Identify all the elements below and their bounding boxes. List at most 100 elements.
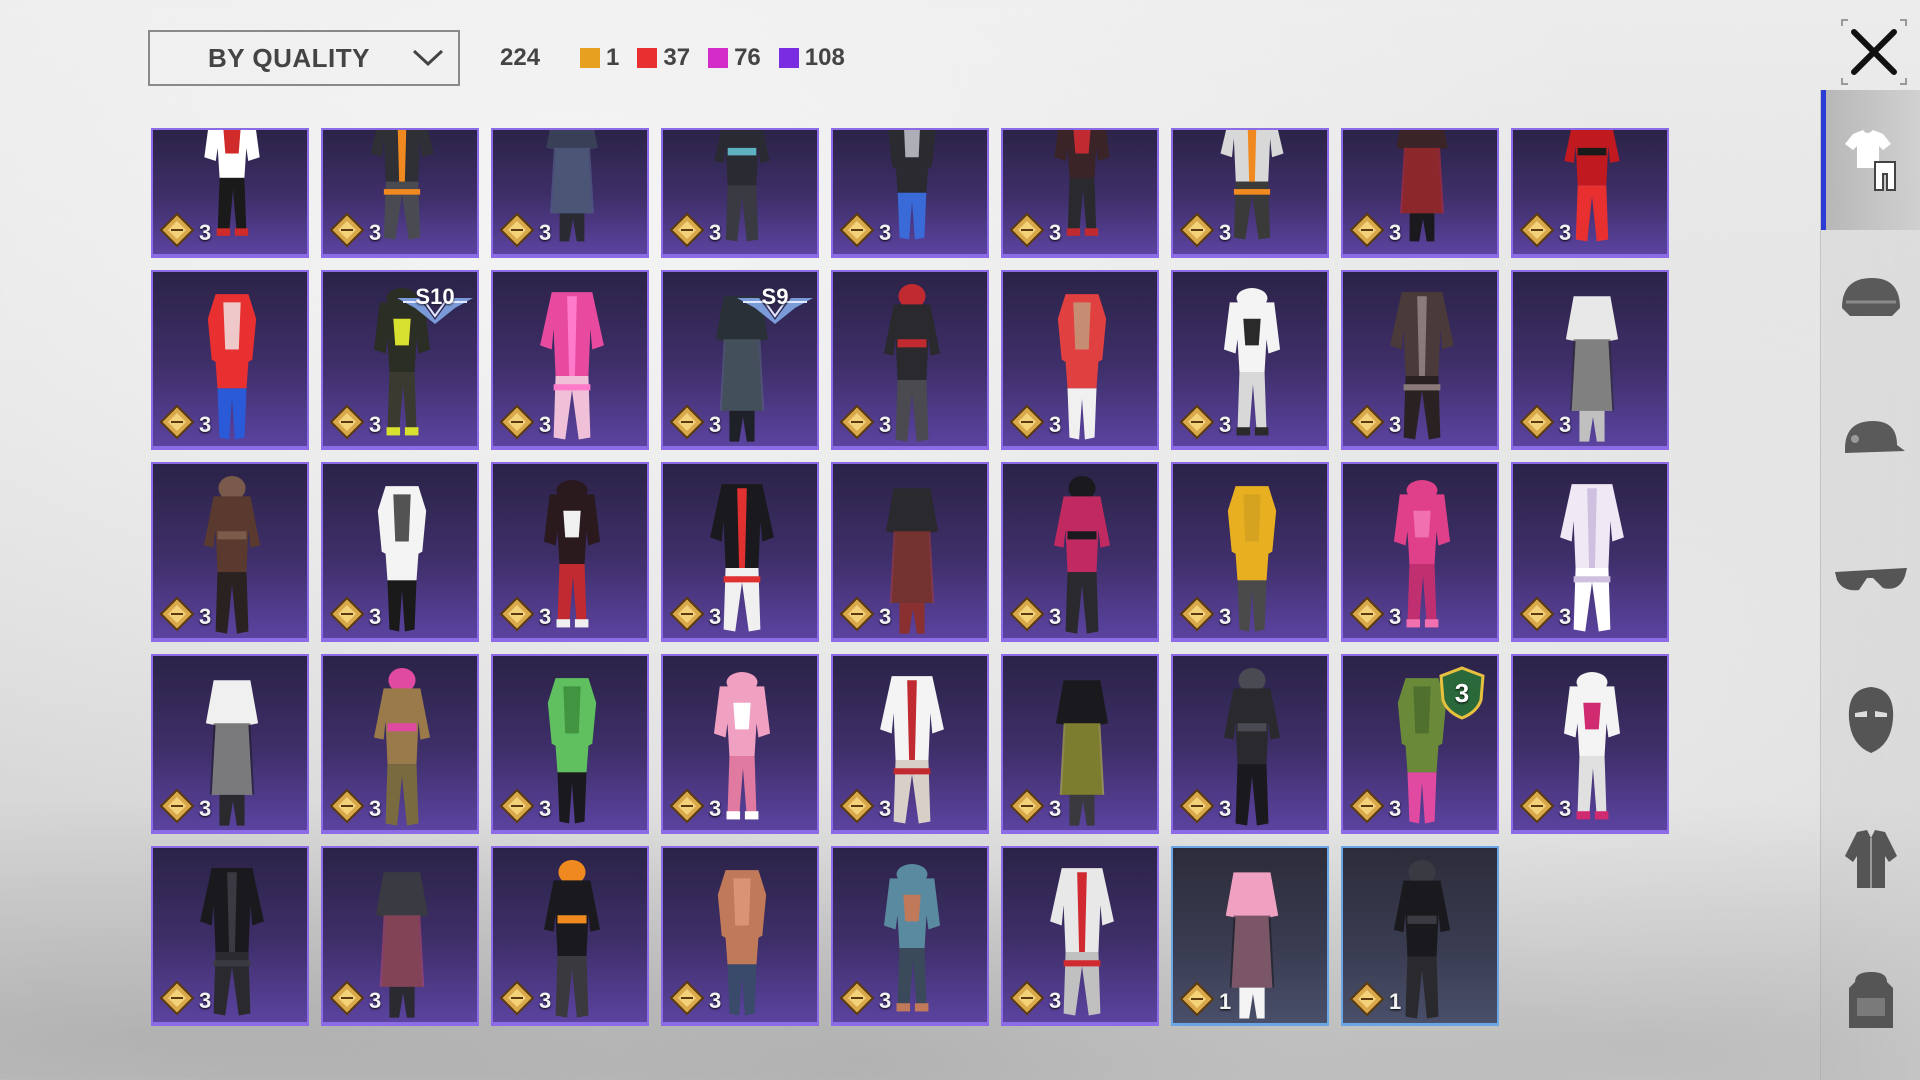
inventory-item-card[interactable]: 3 xyxy=(831,462,989,642)
inventory-item-card[interactable]: 3 xyxy=(661,654,819,834)
inventory-item-card[interactable]: 3 xyxy=(831,270,989,450)
item-badge-icon xyxy=(329,596,365,632)
item-badge-icon xyxy=(329,212,365,248)
sidebar-item-helmets[interactable] xyxy=(1821,230,1920,370)
item-badge-icon xyxy=(1519,404,1555,440)
item-badge-icon xyxy=(499,212,535,248)
item-quantity: 3 xyxy=(1389,604,1402,629)
inventory-item-card[interactable]: 3 xyxy=(831,846,989,1026)
item-quantity: 3 xyxy=(1559,220,1572,245)
sort-dropdown[interactable]: BY QUALITY xyxy=(148,30,460,86)
item-quantity: 3 xyxy=(369,796,382,821)
inventory-item-card[interactable]: 3 xyxy=(321,462,479,642)
inventory-item-card[interactable]: 3 xyxy=(1511,654,1669,834)
sort-dropdown-label: BY QUALITY xyxy=(208,42,370,73)
inventory-item-card[interactable]: 3 xyxy=(321,846,479,1026)
inventory-item-card[interactable]: 3 xyxy=(1171,462,1329,642)
inventory-item-card[interactable]: 3 xyxy=(151,462,309,642)
inventory-item-card[interactable]: 3 S10 xyxy=(321,270,479,450)
inventory-item-card[interactable]: 3 xyxy=(661,846,819,1026)
total-count: 224 xyxy=(500,44,541,71)
inventory-item-card[interactable]: 3 xyxy=(1511,128,1669,258)
item-quantity: 1 xyxy=(1389,989,1402,1014)
season-label: S9 xyxy=(761,284,789,309)
sidebar-item-masks[interactable] xyxy=(1821,650,1920,790)
item-quantity: 3 xyxy=(709,796,722,821)
inventory-item-card[interactable]: 1 xyxy=(1341,846,1499,1026)
item-badge-icon xyxy=(1179,596,1215,632)
item-quantity: 3 xyxy=(369,220,382,245)
close-button[interactable] xyxy=(1838,16,1910,88)
item-quantity: 3 xyxy=(1049,220,1062,245)
chevron-down-icon xyxy=(398,30,458,86)
item-quantity: 3 xyxy=(369,412,382,437)
inventory-item-card[interactable]: 3 xyxy=(1001,654,1159,834)
item-quantity: 3 xyxy=(1389,412,1402,437)
level-badge: 3 xyxy=(1439,666,1485,720)
inventory-item-card[interactable]: 3 xyxy=(491,654,649,834)
quality-count-rare: 108 xyxy=(778,44,845,72)
inventory-item-card[interactable]: 3 xyxy=(1001,270,1159,450)
inventory-item-card[interactable]: 3 xyxy=(1001,128,1159,258)
item-badge-icon xyxy=(1519,596,1555,632)
item-badge-icon xyxy=(839,404,875,440)
inventory-item-card[interactable]: 3 xyxy=(661,128,819,258)
jacket-icon xyxy=(1845,830,1897,888)
item-badge-icon xyxy=(1349,212,1385,248)
inventory-item-card[interactable]: 3 xyxy=(491,846,649,1026)
inventory-item-card[interactable]: 3 xyxy=(151,654,309,834)
item-quantity: 3 xyxy=(539,412,552,437)
quality-count-value: 1 xyxy=(606,44,620,71)
item-badge-icon xyxy=(1179,404,1215,440)
inventory-item-card[interactable]: 1 xyxy=(1171,846,1329,1026)
inventory-item-card[interactable]: 3 xyxy=(321,128,479,258)
inventory-item-card[interactable]: 3 xyxy=(151,270,309,450)
inventory-item-card[interactable]: 3 xyxy=(1001,462,1159,642)
inventory-item-card[interactable]: 3 xyxy=(661,462,819,642)
item-quantity: 3 xyxy=(1219,220,1232,245)
inventory-item-card[interactable]: 3 xyxy=(321,654,479,834)
item-badge-icon xyxy=(1009,788,1045,824)
item-quantity: 3 xyxy=(1389,220,1402,245)
quality-count-value: 37 xyxy=(663,44,691,71)
inventory-item-card[interactable]: 3 xyxy=(1171,654,1329,834)
item-badge-icon xyxy=(159,788,195,824)
inventory-item-card[interactable]: 3 xyxy=(831,654,989,834)
inventory-item-card[interactable]: 3 xyxy=(1001,846,1159,1026)
sidebar-item-eyewear[interactable] xyxy=(1821,510,1920,650)
item-quantity: 3 xyxy=(1559,604,1572,629)
inventory-item-card[interactable]: 3 xyxy=(1171,128,1329,258)
sidebar-item-backpacks[interactable] xyxy=(1821,930,1920,1070)
inventory-item-card[interactable]: 3 xyxy=(491,270,649,450)
item-badge-icon xyxy=(329,788,365,824)
inventory-item-card[interactable]: 3 xyxy=(151,128,309,258)
inventory-item-card[interactable]: 3 xyxy=(831,128,989,258)
inventory-item-card[interactable]: 3 xyxy=(1341,270,1499,450)
quality-swatch xyxy=(580,48,600,68)
item-badge-icon xyxy=(1349,981,1385,1017)
inventory-item-card[interactable]: 3 xyxy=(491,462,649,642)
item-quantity: 3 xyxy=(1049,988,1062,1013)
item-quantity: 3 xyxy=(1219,604,1232,629)
sidebar-item-tops[interactable] xyxy=(1821,790,1920,930)
inventory-item-card[interactable]: 3 xyxy=(491,128,649,258)
inventory-item-card[interactable]: 3 xyxy=(1171,270,1329,450)
sidebar-item-hats[interactable] xyxy=(1821,370,1920,510)
inventory-item-card[interactable]: 3 3 xyxy=(1341,654,1499,834)
inventory-item-card[interactable]: 3 xyxy=(1341,128,1499,258)
quality-swatch xyxy=(708,48,729,68)
inventory-item-card[interactable]: 3 xyxy=(1511,462,1669,642)
inventory-item-card[interactable]: 3 xyxy=(151,846,309,1026)
inventory-item-card[interactable]: 3 xyxy=(1341,462,1499,642)
item-quantity: 3 xyxy=(1049,412,1062,437)
sidebar-item-outfits[interactable] xyxy=(1821,90,1920,230)
item-badge-icon xyxy=(1009,404,1045,440)
quality-count-value: 108 xyxy=(804,44,845,71)
inventory-item-card[interactable]: 3 S9 xyxy=(661,270,819,450)
quality-count-epic: 76 xyxy=(708,44,761,72)
item-badge-icon xyxy=(159,980,195,1016)
season-badge: S9 xyxy=(735,280,815,324)
inventory-item-card[interactable]: 3 xyxy=(1511,270,1669,450)
item-badge-icon xyxy=(1179,212,1215,248)
item-quantity: 1 xyxy=(1219,989,1232,1014)
